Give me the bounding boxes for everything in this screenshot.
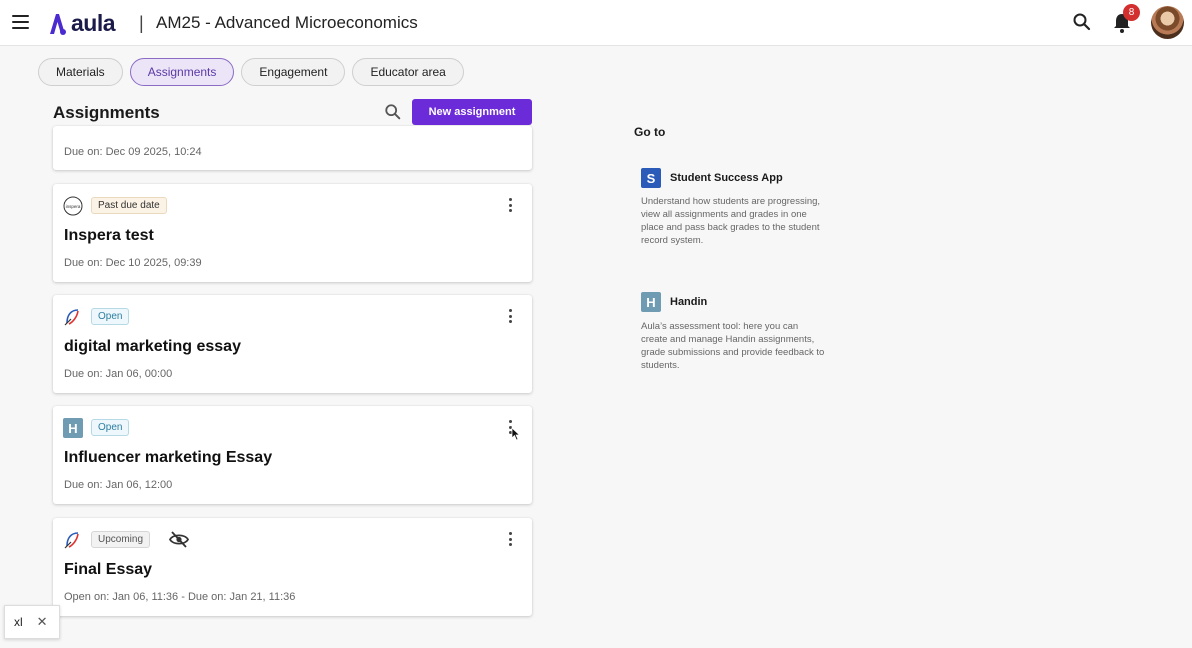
search-icon[interactable]	[1072, 12, 1092, 32]
due-date: Due on: Dec 10 2025, 09:39	[64, 257, 202, 269]
handin-icon: H	[63, 418, 83, 438]
more-options-icon[interactable]	[507, 309, 513, 325]
inspera-icon: inspera	[63, 196, 83, 216]
assignment-card[interactable]: inspera Past due date Inspera test Due o…	[53, 184, 532, 282]
tab-materials[interactable]: Materials	[38, 58, 123, 86]
status-badge: Open	[91, 419, 130, 436]
aula-logo[interactable]: aula	[47, 10, 116, 37]
student-success-app-link[interactable]: Student Success App	[670, 172, 783, 184]
close-icon[interactable]: ✕	[37, 614, 48, 630]
student-success-app-description: Understand how students are progressing,…	[641, 196, 821, 246]
more-options-icon[interactable]	[507, 198, 513, 214]
course-title: AM25 - Advanced Microeconomics	[156, 13, 418, 32]
more-options-icon[interactable]	[507, 532, 513, 548]
due-date: Due on: Jan 06, 00:00	[64, 368, 173, 380]
assignment-card[interactable]: Due on: Dec 09 2025, 10:24	[53, 126, 532, 170]
avatar[interactable]	[1151, 6, 1184, 39]
menu-icon[interactable]	[12, 15, 29, 29]
course-tabs: Materials Assignments Engagement Educato…	[38, 58, 471, 86]
tab-assignments[interactable]: Assignments	[129, 58, 235, 86]
logo-text: aula	[71, 10, 116, 36]
due-date: Open on: Jan 06, 11:36 - Due on: Jan 21,…	[64, 591, 296, 603]
notification-count-badge: 8	[1123, 4, 1140, 21]
due-date: Due on: Jan 06, 12:00	[64, 479, 173, 491]
chip-label: xl	[14, 615, 23, 629]
essay-tool-icon	[64, 532, 79, 549]
new-assignment-button[interactable]: New assignment	[412, 99, 532, 125]
assignment-card[interactable]: H Open Influencer marketing Essay Due on…	[53, 406, 532, 504]
assignment-title[interactable]: Final Essay	[64, 561, 152, 579]
search-icon[interactable]	[384, 103, 402, 121]
mouse-cursor-icon	[511, 427, 521, 441]
top-bar: aula | AM25 - Advanced Microeconomics 8	[0, 0, 1192, 46]
eye-off-icon	[169, 531, 189, 548]
due-date: Due on: Dec 09 2025, 10:24	[64, 146, 202, 158]
essay-tool-icon	[64, 309, 79, 326]
inspera-icon-text: inspera	[66, 204, 81, 209]
assignment-card[interactable]: Open digital marketing essay Due on: Jan…	[53, 295, 532, 393]
tab-engagement[interactable]: Engagement	[241, 58, 346, 86]
breakpoint-chip: xl ✕	[4, 605, 60, 639]
assignment-card[interactable]: Upcoming Final Essay Open on: Jan 06, 11…	[53, 518, 532, 616]
handin-app-icon[interactable]: H	[641, 292, 661, 312]
student-success-app-icon[interactable]: S	[641, 168, 661, 188]
goto-heading: Go to	[634, 125, 666, 139]
status-badge: Open	[91, 308, 130, 325]
assignments-heading: Assignments	[53, 103, 160, 122]
status-badge: Past due date	[91, 197, 167, 214]
status-badge: Upcoming	[91, 531, 151, 548]
handin-app-description: Aula’s assessment tool: here you can cre…	[641, 321, 825, 371]
assignment-title[interactable]: digital marketing essay	[64, 338, 241, 356]
aula-logo-icon	[50, 13, 66, 35]
handin-app-link[interactable]: Handin	[670, 296, 707, 308]
assignment-title[interactable]: Influencer marketing Essay	[64, 449, 272, 467]
assignment-title[interactable]: Inspera test	[64, 227, 154, 245]
tab-educator-area[interactable]: Educator area	[352, 58, 464, 86]
title-separator: |	[139, 13, 144, 33]
